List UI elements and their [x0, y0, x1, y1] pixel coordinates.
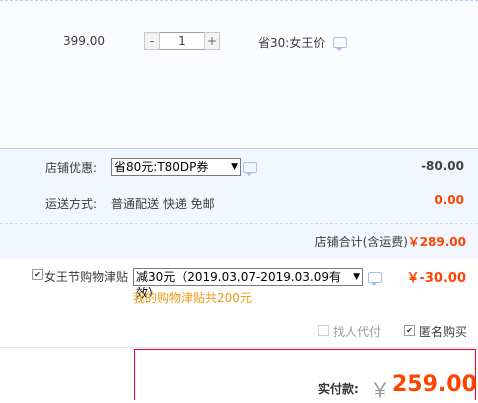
decrement-button[interactable]: -	[144, 32, 160, 50]
item-saving-text: 省30:女王价	[258, 34, 348, 51]
allowance-amount: ￥-30.00	[406, 271, 466, 286]
divider	[0, 223, 478, 224]
shop-summary: 店铺优惠: 省80元:T80DP券 ▼ -80.00 运送方式: 普通配送 快递…	[0, 148, 478, 260]
dropdown-arrow-icon: ▼	[231, 162, 238, 172]
allowance-checkbox[interactable]: ✔	[32, 269, 43, 280]
anonymous-label: 匿名购买	[419, 325, 468, 339]
allowance-label: 女王节购物津贴	[44, 270, 129, 284]
allowance-note: 我的购物津贴共200元	[133, 291, 252, 305]
coupon-select-value: 省80元:T80DP券	[114, 160, 209, 174]
allowance-section: ✔ 女王节购物津贴 减30元（2019.03.07-2019.03.09有效） …	[0, 259, 478, 312]
proxy-pay-checkbox[interactable]	[318, 325, 329, 336]
chat-bubble-icon[interactable]	[368, 272, 382, 286]
total-amount: 259.00	[392, 372, 477, 397]
chat-bubble-icon[interactable]	[333, 37, 348, 51]
item-price: 399.00	[63, 34, 105, 48]
shipping-label: 运送方式:	[45, 197, 98, 211]
currency-symbol: ￥	[370, 378, 390, 402]
coupon-label: 店铺优惠:	[45, 161, 98, 175]
order-item-row: 399.00 - 1 + 省30:女王价	[0, 0, 478, 149]
total-box: 实付款: ￥ 259.00	[134, 349, 477, 402]
total-label: 实付款:	[318, 382, 359, 396]
increment-button[interactable]: +	[204, 32, 220, 50]
coupon-select[interactable]: 省80元:T80DP券 ▼	[111, 158, 241, 176]
anonymous-checkbox[interactable]: ✔	[404, 325, 415, 336]
proxy-pay-label: 找人代付	[333, 325, 382, 339]
subtotal-amount: ￥289.00	[407, 235, 466, 249]
quantity-stepper[interactable]: - 1 +	[144, 32, 220, 50]
shipping-option: 普通配送 快递 免邮	[111, 197, 215, 211]
saving-label: 省30:女王价	[258, 36, 326, 50]
coupon-amount: -80.00	[421, 159, 464, 173]
payment-options: 找人代付 ✔ 匿名购买	[0, 311, 478, 348]
chat-bubble-icon[interactable]	[243, 162, 257, 176]
dropdown-arrow-icon: ▼	[353, 272, 360, 282]
allowance-select[interactable]: 减30元（2019.03.07-2019.03.09有效） ▼	[133, 268, 363, 300]
shipping-amount: 0.00	[434, 193, 464, 207]
quantity-input[interactable]: 1	[160, 32, 204, 50]
allowance-select-value: 减30元（2019.03.07-2019.03.09有效）	[136, 270, 342, 300]
subtotal-label: 店铺合计(含运费)	[314, 235, 408, 249]
